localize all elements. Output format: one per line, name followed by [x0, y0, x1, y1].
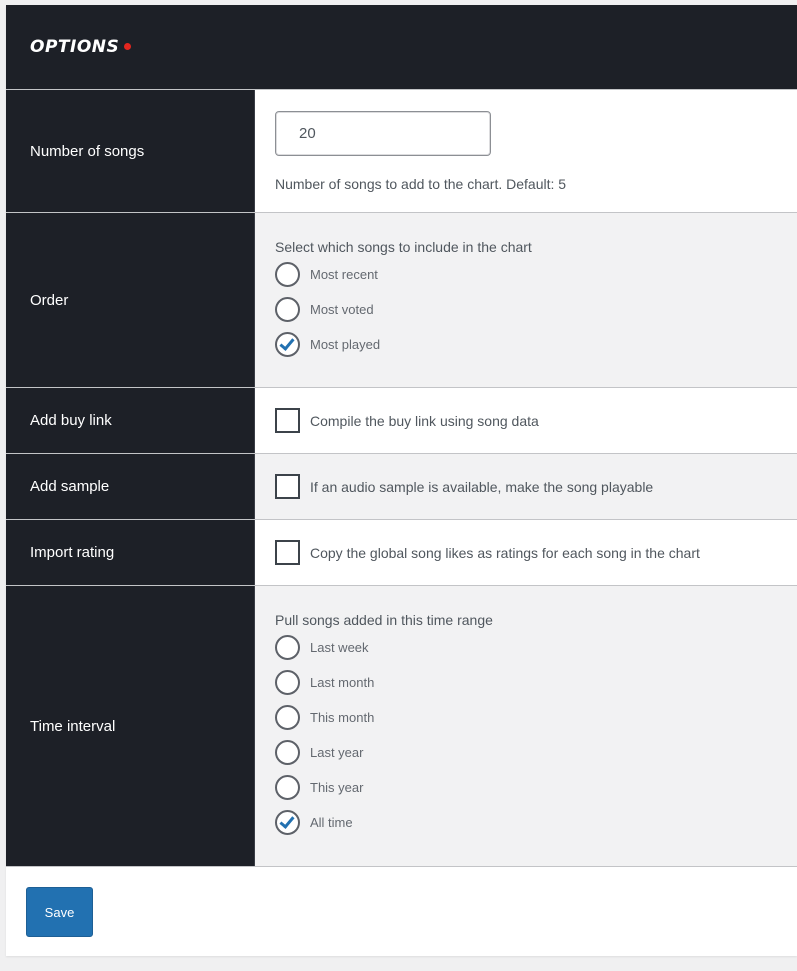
time-interval-option-label: Last month: [310, 675, 375, 690]
time-interval-radio[interactable]: [275, 810, 300, 835]
options-panel: OPTIONS Number of songs Number of songs …: [6, 5, 797, 956]
checkmark-icon: [279, 813, 295, 829]
sample-label: If an audio sample is available, make th…: [310, 478, 654, 495]
row-import-rating: Import rating Copy the global song likes…: [6, 519, 797, 585]
row-order: Order Select which songs to include in t…: [6, 212, 797, 387]
number-of-songs-input[interactable]: [275, 110, 491, 156]
row-label: Number of songs: [6, 90, 255, 212]
time-interval-option[interactable]: This month: [275, 700, 797, 735]
rating-label: Copy the global song likes as ratings fo…: [310, 544, 700, 561]
order-option-label: Most voted: [310, 301, 374, 317]
row-label: Time interval: [6, 586, 255, 866]
order-option[interactable]: Most played: [275, 327, 797, 362]
rating-option[interactable]: Copy the global song likes as ratings fo…: [275, 540, 797, 565]
row-content: Copy the global song likes as ratings fo…: [255, 520, 797, 585]
order-radio[interactable]: [275, 331, 300, 357]
row-content: Compile the buy link using song data: [255, 388, 797, 453]
time-interval-radio[interactable]: [275, 635, 300, 660]
row-content: Number of songs to add to the chart. Def…: [255, 90, 797, 212]
time-interval-option-label: Last week: [310, 640, 369, 655]
row-add-buy-link: Add buy link Compile the buy link using …: [6, 387, 797, 453]
options-header: OPTIONS: [6, 5, 797, 89]
time-interval-option-label: All time: [310, 815, 353, 830]
status-dot-icon: [124, 43, 132, 50]
order-group-title: Select which songs to include in the cha…: [275, 238, 532, 255]
row-label: Add sample: [6, 454, 255, 519]
time-interval-radio[interactable]: [275, 705, 300, 730]
order-radio[interactable]: [275, 261, 300, 287]
time-interval-option-label: This year: [310, 780, 364, 795]
time-interval-radio[interactable]: [275, 670, 300, 695]
order-option-label: Most played: [310, 336, 381, 352]
page-title: OPTIONS: [30, 37, 120, 57]
row-label: Order: [6, 213, 255, 387]
order-radio[interactable]: [275, 296, 300, 322]
sample-checkbox[interactable]: [275, 474, 300, 499]
row-label: Import rating: [6, 520, 255, 585]
number-of-songs-description: Number of songs to add to the chart. Def…: [275, 175, 567, 192]
row-add-sample: Add sample If an audio sample is availab…: [6, 453, 797, 519]
row-content: Select which songs to include in the cha…: [255, 213, 797, 387]
row-content: If an audio sample is available, make th…: [255, 454, 797, 519]
checkmark-icon: [279, 334, 295, 351]
options-footer: Save: [6, 866, 797, 956]
order-option[interactable]: Most voted: [275, 292, 797, 327]
time-interval-option-label: This month: [310, 710, 375, 725]
time-interval-option[interactable]: Last week: [275, 630, 797, 665]
time-interval-option[interactable]: All time: [275, 805, 797, 840]
time-interval-option[interactable]: This year: [275, 770, 797, 805]
row-time-interval: Time interval Pull songs added in this t…: [6, 585, 797, 866]
order-option[interactable]: Most recent: [275, 257, 797, 292]
time-interval-group-title: Pull songs added in this time range: [275, 612, 493, 628]
time-interval-option[interactable]: Last year: [275, 735, 797, 770]
row-content: Pull songs added in this time range Last…: [255, 586, 797, 866]
buy-link-checkbox[interactable]: [275, 408, 300, 433]
order-radio-group: Most recent Most voted Most played: [275, 257, 797, 362]
rating-checkbox[interactable]: [275, 540, 300, 565]
order-option-label: Most recent: [310, 266, 378, 282]
buy-link-option[interactable]: Compile the buy link using song data: [275, 408, 797, 433]
time-interval-radio-group: Last week Last month This month Last year Th…: [275, 630, 797, 840]
time-interval-option[interactable]: Last month: [275, 665, 797, 700]
time-interval-radio[interactable]: [275, 775, 300, 800]
sample-option[interactable]: If an audio sample is available, make th…: [275, 474, 797, 499]
save-button[interactable]: Save: [26, 887, 93, 937]
row-number-of-songs: Number of songs Number of songs to add t…: [6, 89, 797, 212]
time-interval-option-label: Last year: [310, 745, 364, 760]
buy-link-label: Compile the buy link using song data: [310, 412, 539, 429]
time-interval-radio[interactable]: [275, 740, 300, 765]
row-label: Add buy link: [6, 388, 255, 453]
